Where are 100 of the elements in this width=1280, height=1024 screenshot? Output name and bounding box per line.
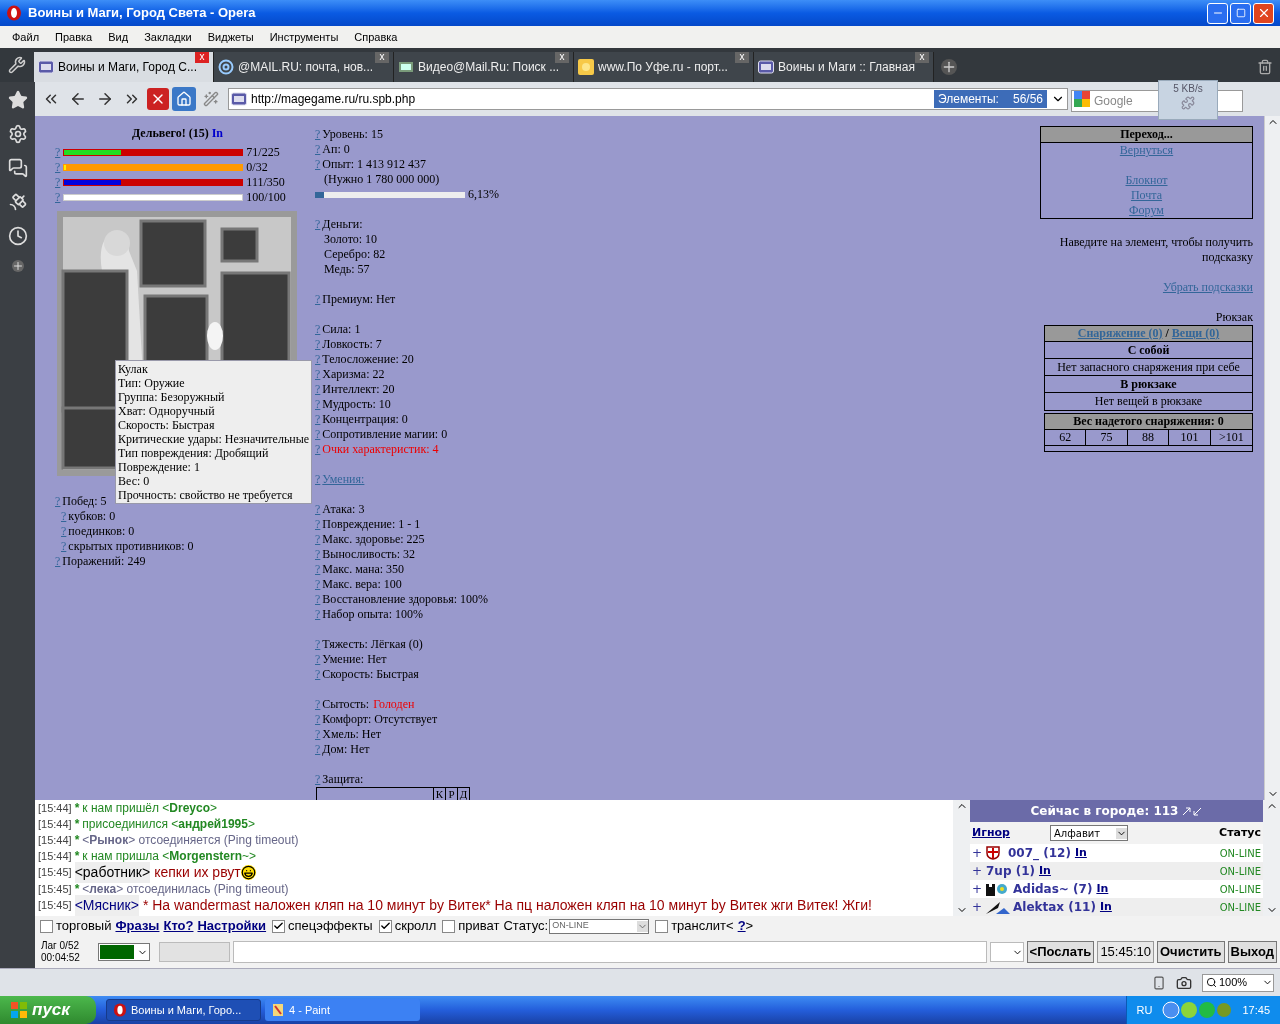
- hide-hints-link[interactable]: Убрать подсказки: [1162, 280, 1253, 295]
- clock-icon[interactable]: [7, 226, 28, 246]
- help-link[interactable]: ?: [315, 652, 321, 667]
- help-link[interactable]: ?: [315, 577, 321, 592]
- tab-close-button[interactable]: x: [555, 52, 569, 63]
- chat-link[interactable]: ?: [737, 916, 746, 936]
- tab-close-button[interactable]: x: [375, 52, 389, 63]
- message-input[interactable]: [233, 941, 987, 963]
- help-link[interactable]: ?: [315, 607, 321, 622]
- tab-close-button[interactable]: x: [195, 52, 209, 63]
- profile-link[interactable]: In: [211, 126, 224, 140]
- help-link[interactable]: ?: [315, 127, 321, 142]
- menu-item[interactable]: Правка: [47, 28, 101, 46]
- skills-link[interactable]: Умения:: [322, 472, 365, 487]
- help-link[interactable]: ?: [315, 742, 321, 757]
- items-link[interactable]: Вещи (0): [1171, 326, 1220, 340]
- trash-icon[interactable]: [1257, 59, 1273, 75]
- help-link[interactable]: ?: [315, 352, 321, 367]
- chat-icon[interactable]: [7, 158, 28, 178]
- help-link[interactable]: ?: [315, 547, 321, 562]
- color-select[interactable]: [98, 943, 150, 961]
- ignore-link[interactable]: Игнор: [972, 824, 1010, 842]
- help-link[interactable]: ?: [315, 397, 321, 412]
- help-link[interactable]: ?: [315, 142, 321, 157]
- help-link[interactable]: ?: [61, 509, 67, 524]
- tab-close-button[interactable]: x: [915, 52, 929, 63]
- help-link[interactable]: ?: [315, 337, 321, 352]
- checkbox[interactable]: [40, 919, 53, 933]
- help-link[interactable]: ?: [315, 532, 321, 547]
- menu-item[interactable]: Виджеты: [199, 28, 262, 46]
- help-link[interactable]: ?: [315, 772, 321, 787]
- taskbar-item[interactable]: Воины и Маги, Горо...: [106, 999, 261, 1021]
- help-link[interactable]: ?: [315, 592, 321, 607]
- help-link[interactable]: ?: [315, 322, 321, 337]
- add-panel-icon[interactable]: [11, 260, 24, 272]
- forward-icon[interactable]: [96, 90, 114, 108]
- close-button[interactable]: [1253, 2, 1274, 24]
- browser-tab[interactable]: @MAIL.RU: почта, нов... x: [214, 52, 394, 82]
- browser-tab[interactable]: Воины и Маги, Город С... x: [34, 52, 214, 82]
- help-link[interactable]: ?: [315, 502, 321, 517]
- user-info-link[interactable]: In: [1099, 898, 1112, 916]
- status-select[interactable]: ON-LINE: [549, 918, 650, 934]
- help-link[interactable]: ?: [315, 697, 321, 712]
- zoom-select[interactable]: 100%: [1202, 973, 1274, 992]
- user-info-link[interactable]: In: [1039, 862, 1051, 880]
- ignore-toggle[interactable]: +: [972, 880, 986, 898]
- maximize-button[interactable]: [1230, 2, 1251, 24]
- satellite-icon[interactable]: [7, 192, 28, 212]
- help-link[interactable]: ?: [315, 382, 321, 397]
- menu-item[interactable]: Справка: [346, 28, 406, 46]
- device-icon[interactable]: [1152, 975, 1166, 990]
- navigation-link[interactable]: Почта: [1130, 188, 1163, 202]
- checkbox[interactable]: [442, 919, 456, 933]
- help-link[interactable]: ?: [55, 145, 61, 160]
- help-link[interactable]: ?: [315, 292, 321, 307]
- help-link[interactable]: ?: [55, 190, 61, 205]
- chat-button[interactable]: Очистить: [1157, 941, 1225, 963]
- help-link[interactable]: ?: [61, 524, 67, 539]
- help-link[interactable]: ?: [315, 667, 321, 682]
- help-link[interactable]: ?: [315, 472, 321, 487]
- wand-icon[interactable]: [203, 91, 219, 107]
- chat-link[interactable]: Настройки: [197, 916, 267, 936]
- help-link[interactable]: ?: [315, 367, 321, 382]
- navigation-link[interactable]: Вернуться: [1119, 143, 1174, 157]
- help-link[interactable]: ?: [55, 175, 61, 190]
- checkbox[interactable]: [655, 919, 669, 933]
- ignore-toggle[interactable]: +: [972, 844, 986, 862]
- help-link[interactable]: ?: [315, 442, 321, 457]
- browser-tab[interactable]: www.По Уфе.ru - порт... x: [574, 52, 754, 82]
- navigation-link[interactable]: Форум: [1129, 203, 1164, 217]
- menu-item[interactable]: Вид: [100, 28, 137, 46]
- address-field[interactable]: http://magegame.ru/ru.spb.php Элементы: 56/56: [228, 88, 1068, 110]
- ignore-toggle[interactable]: +: [972, 898, 986, 916]
- camera-icon[interactable]: [1176, 974, 1192, 991]
- expand-arrows-icon[interactable]: [1182, 806, 1203, 816]
- minimize-button[interactable]: [1207, 2, 1228, 24]
- help-link[interactable]: ?: [315, 517, 321, 532]
- checkbox[interactable]: [272, 919, 286, 933]
- wrench-icon[interactable]: [8, 56, 26, 74]
- menu-item[interactable]: Закладки: [136, 28, 200, 46]
- chat-link[interactable]: Кто?: [163, 916, 194, 936]
- help-link[interactable]: ?: [315, 727, 321, 742]
- chat-button[interactable]: Выход: [1227, 941, 1277, 963]
- help-link[interactable]: ?: [315, 637, 321, 652]
- taskbar-item[interactable]: 4 - Paint: [265, 999, 420, 1021]
- help-link[interactable]: ?: [315, 427, 321, 442]
- help-link[interactable]: ?: [55, 160, 61, 175]
- chat-link[interactable]: Фразы: [115, 916, 160, 936]
- sort-select[interactable]: Алфавит: [1050, 825, 1128, 841]
- browser-tab[interactable]: Воины и Маги :: Главная x: [754, 52, 934, 82]
- help-link[interactable]: ?: [55, 554, 61, 569]
- ignore-toggle[interactable]: +: [972, 862, 986, 880]
- user-info-link[interactable]: In: [1074, 844, 1087, 862]
- checkbox[interactable]: [378, 919, 392, 933]
- settings-icon[interactable]: [7, 124, 28, 144]
- start-button[interactable]: пуск: [0, 996, 96, 1024]
- help-link[interactable]: ?: [61, 539, 67, 554]
- help-link[interactable]: ?: [315, 712, 321, 727]
- help-link[interactable]: ?: [55, 494, 61, 509]
- help-link[interactable]: ?: [315, 412, 321, 427]
